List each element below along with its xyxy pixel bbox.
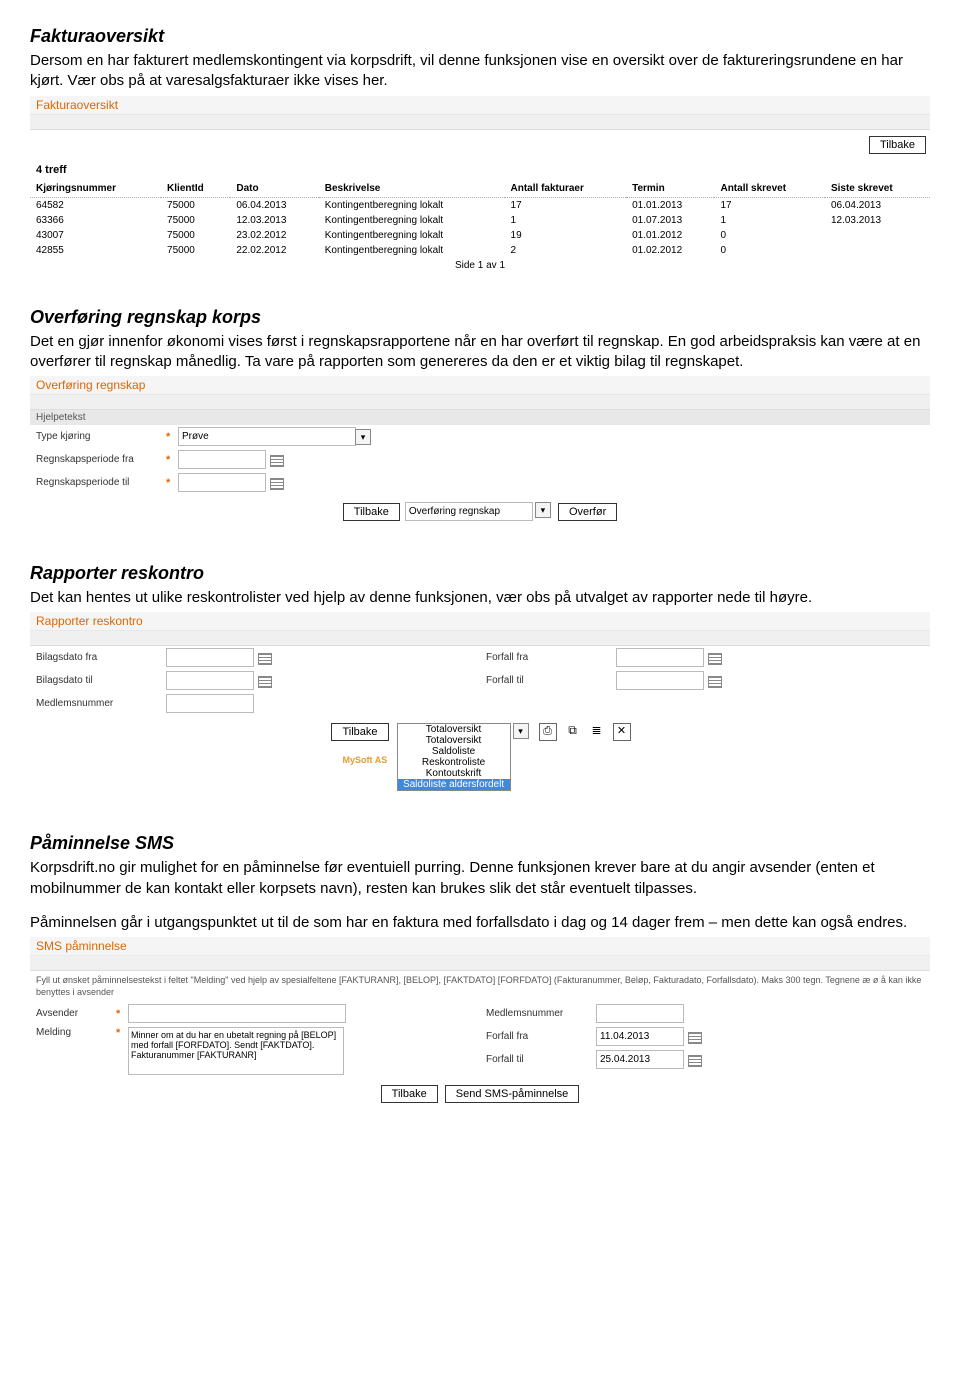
table-row: 430077500023.02.2012Kontingentberegning … [30,228,930,243]
forfall-til-input[interactable] [616,671,704,690]
panel-subbar [30,631,930,646]
hits-label: 4 treff [30,160,930,180]
table-header: Dato [230,180,318,198]
table-header: KlientId [161,180,230,198]
panel-rapporter: Rapporter reskontro Bilagsdato fra Bilag… [30,612,930,799]
report-option[interactable]: Saldoliste aldersfordelt [398,779,510,790]
dropdown-arrow-icon[interactable]: ▾ [513,723,529,739]
medlemsnummer-input[interactable] [596,1004,684,1023]
table-header: Antall fakturaer [505,180,627,198]
calendar-icon[interactable] [708,651,722,665]
heading-rapporter: Rapporter reskontro [30,563,930,584]
forfall-til-input[interactable] [596,1050,684,1069]
label-type-kjoring: Type kjøring [36,431,166,442]
panel-title: Rapporter reskontro [30,612,930,631]
table-header: Kjøringsnummer [30,180,161,198]
label-medlemsnummer: Medlemsnummer [486,1008,596,1019]
text-overforing: Det en gjør innenfor økonomi vises først… [30,332,930,373]
label-forfall-til: Forfall til [486,1054,596,1065]
label-periode-til: Regnskapsperiode til [36,477,166,488]
back-button[interactable]: Tilbake [869,136,926,154]
calendar-icon[interactable] [270,453,284,467]
calendar-icon[interactable] [258,674,272,688]
text-sms-2: Påminnelsen går i utgangspunktet ut til … [30,913,930,933]
bilagsdato-fra-input[interactable] [166,648,254,667]
back-button[interactable]: Tilbake [331,723,388,741]
text-rapporter: Det kan hentes ut ulike reskontrolister … [30,588,930,608]
medlemsnummer-input[interactable] [166,694,254,713]
brand-label: MySoft AS [343,755,388,765]
close-icon[interactable]: ✕ [613,723,631,741]
forfall-fra-input[interactable] [596,1027,684,1046]
invoice-table: KjøringsnummerKlientIdDatoBeskrivelseAnt… [30,180,930,258]
pager: Side 1 av 1 [30,258,930,273]
report-option[interactable]: Totaloversikt [398,735,510,746]
send-sms-button[interactable]: Send SMS-påminnelse [445,1085,580,1103]
type-kjoring-input[interactable] [178,427,356,446]
heading-fakturaoversikt: Fakturaoversikt [30,26,930,47]
panel-title: SMS påminnelse [30,937,930,956]
bilagsdato-til-input[interactable] [166,671,254,690]
forfall-fra-input[interactable] [616,648,704,667]
periode-fra-input[interactable] [178,450,266,469]
back-button[interactable]: Tilbake [343,503,400,521]
panel-sms: SMS påminnelse Fyll ut ønsket påminnelse… [30,937,930,1111]
overfor-button[interactable]: Overfør [558,503,617,521]
excel-icon[interactable]: ⧉ [565,723,581,739]
label-melding: Melding [36,1027,116,1038]
label-periode-fra: Regnskapsperiode fra [36,454,166,465]
text-fakturaoversikt: Dersom en har fakturert medlemskontingen… [30,51,930,92]
dropdown-arrow-icon[interactable]: ▾ [355,429,371,445]
panel-title: Overføring regnskap [30,376,930,395]
panel-title: Fakturaoversikt [30,96,930,115]
overforing-select[interactable] [405,502,533,521]
panel-subbar [30,395,930,410]
calendar-icon[interactable] [708,674,722,688]
melding-textarea[interactable] [128,1027,344,1075]
calendar-icon[interactable] [688,1053,702,1067]
dropdown-arrow-icon[interactable]: ▾ [535,502,551,518]
label-bilagsdato-fra: Bilagsdato fra [36,652,166,663]
label-forfall-fra: Forfall fra [486,652,616,663]
panel-fakturaoversikt: Fakturaoversikt Tilbake 4 treff Kjørings… [30,96,930,273]
panel-subbar [30,115,930,130]
report-option[interactable]: Totaloversikt [398,724,510,735]
list-icon[interactable] [589,723,605,739]
pdf-icon[interactable]: ⎙ [539,723,557,741]
heading-overforing: Overføring regnskap korps [30,307,930,328]
table-row: 645827500006.04.2013Kontingentberegning … [30,197,930,213]
avsender-input[interactable] [128,1004,346,1023]
calendar-icon[interactable] [688,1030,702,1044]
table-header: Antall skrevet [714,180,825,198]
label-medlemsnummer: Medlemsnummer [36,698,166,709]
label-bilagsdato-til: Bilagsdato til [36,675,166,686]
table-row: 428557500022.02.2012Kontingentberegning … [30,243,930,258]
label-forfall-fra: Forfall fra [486,1031,596,1042]
heading-sms: Påminnelse SMS [30,833,930,854]
report-option[interactable]: Reskontroliste [398,757,510,768]
calendar-icon[interactable] [258,651,272,665]
panel-overforing: Overføring regnskap Hjelpetekst Type kjø… [30,376,930,529]
table-header: Siste skrevet [825,180,930,198]
table-header: Termin [626,180,714,198]
label-avsender: Avsender [36,1008,116,1019]
panel-subbar [30,956,930,971]
text-sms-1: Korpsdrift.no gir mulighet for en påminn… [30,858,930,899]
report-option[interactable]: Kontoutskrift [398,768,510,779]
back-button[interactable]: Tilbake [381,1085,438,1103]
periode-til-input[interactable] [178,473,266,492]
table-header: Beskrivelse [319,180,505,198]
report-option[interactable]: Saldoliste [398,746,510,757]
sms-instructions: Fyll ut ønsket påminnelsestekst i feltet… [30,971,930,1002]
table-row: 633667500012.03.2013Kontingentberegning … [30,213,930,228]
label-forfall-til: Forfall til [486,675,616,686]
report-dropdown[interactable]: TotaloversiktTotaloversiktSaldolisteResk… [397,723,511,791]
help-label: Hjelpetekst [30,410,930,425]
calendar-icon[interactable] [270,476,284,490]
